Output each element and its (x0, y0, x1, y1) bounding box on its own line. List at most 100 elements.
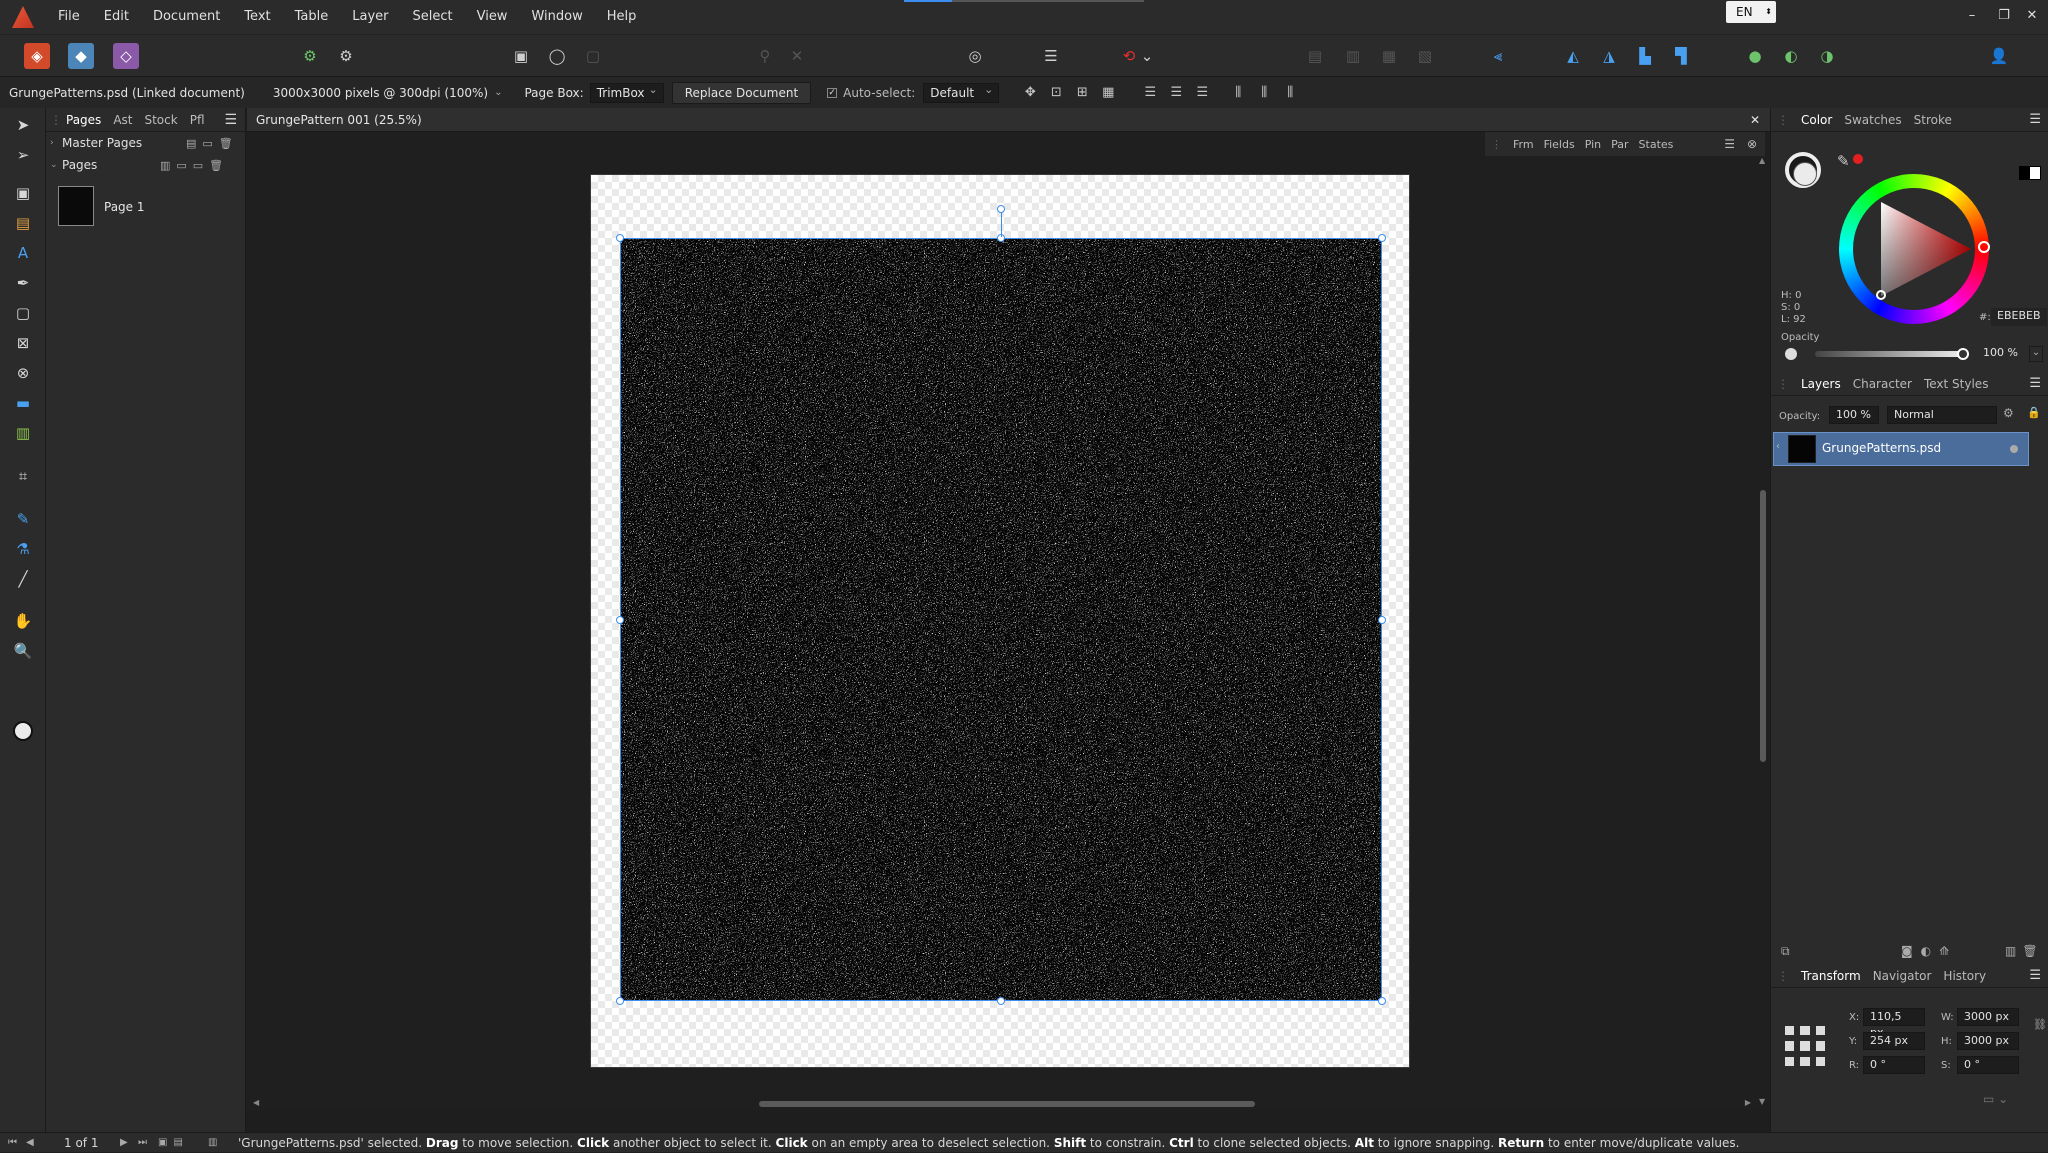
close-panel-icon[interactable]: ⊗ (1747, 137, 1757, 151)
vector-crop-icon[interactable]: ▥ (10, 420, 36, 446)
grunge-pattern-image[interactable] (620, 238, 1382, 1001)
tab-pages[interactable]: Pages (60, 113, 107, 127)
order-back-icon[interactable]: ▥ (1340, 43, 1366, 69)
rotation-field[interactable]: 0 ° (1863, 1056, 1925, 1074)
doc-info-chevron-icon[interactable]: ⌄ (494, 87, 502, 98)
tab-fields[interactable]: Fields (1539, 138, 1580, 151)
rectangle-tool-icon[interactable]: ▢ (10, 300, 36, 326)
rotate-left-icon[interactable]: ▙ (1632, 43, 1658, 69)
blend-mode-dropdown[interactable]: Normal (1887, 406, 1997, 424)
scroll-right-icon[interactable]: ▶ (1745, 1098, 1751, 1107)
chevron-right-icon[interactable]: › (50, 138, 62, 148)
tab-transform[interactable]: Transform (1795, 969, 1867, 983)
crop-tool-icon[interactable]: ⌗ (10, 463, 36, 489)
wrap-text-icon[interactable]: ▤ (1302, 43, 1328, 69)
chevron-down-icon[interactable]: ⌄ (50, 160, 62, 170)
document-tab[interactable]: GrungePattern 001 (25.5%) ✕ (247, 108, 1770, 132)
snapping-icon[interactable]: ⟲ (1116, 43, 1142, 69)
tab-navigator[interactable]: Navigator (1867, 969, 1938, 983)
horizontal-scroll-thumb[interactable] (759, 1101, 1255, 1107)
color-picker-tool-icon[interactable]: ✎ (10, 506, 36, 532)
vertical-scrollbar[interactable]: ▲ ▼ (1757, 156, 1769, 1106)
panel-menu-icon[interactable]: ☰ (2029, 112, 2041, 127)
tab-stock[interactable]: Stock (138, 113, 183, 127)
hue-selector[interactable] (1978, 241, 1990, 253)
tab-layers[interactable]: Layers (1795, 377, 1847, 391)
tab-swatches[interactable]: Swatches (1838, 113, 1907, 127)
page-1-thumbnail[interactable] (58, 186, 94, 226)
picture-frame-tool-icon[interactable]: ⊠ (10, 330, 36, 356)
replace-document-button[interactable]: Replace Document (671, 81, 812, 104)
align-top-icon[interactable]: ⫼ (1227, 83, 1249, 103)
layer-visibility-icon[interactable]: ‹ (1776, 441, 1780, 452)
layer-actions-icon[interactable]: ◙◐⟰ (1901, 944, 1957, 958)
move-tool-icon[interactable]: ➤ (10, 112, 36, 138)
panel-menu-icon[interactable]: ☰ (2029, 376, 2041, 391)
intersect-boolean-icon[interactable]: ◑ (1814, 43, 1840, 69)
order-front-icon[interactable]: ▧ (1412, 43, 1438, 69)
table-tool-icon[interactable]: ▤ (10, 210, 36, 236)
horizontal-scrollbar[interactable]: ◀ ▶ (247, 1098, 1757, 1110)
photo-persona-icon[interactable]: ◇ (113, 43, 139, 69)
tab-frame[interactable]: Frm (1508, 138, 1539, 151)
menu-window[interactable]: Window (519, 0, 594, 34)
scroll-left-icon[interactable]: ◀ (253, 1098, 259, 1107)
tab-states[interactable]: States (1634, 138, 1679, 151)
menu-view[interactable]: View (465, 0, 520, 34)
tab-text-styles[interactable]: Text Styles (1918, 377, 1994, 391)
opacity-dropdown-icon[interactable]: ⌄ (2029, 346, 2043, 362)
tab-pin[interactable]: Pin (1580, 138, 1606, 151)
height-field[interactable]: 3000 px (1957, 1032, 2019, 1050)
menu-select[interactable]: Select (400, 0, 464, 34)
scroll-down-icon[interactable]: ▼ (1759, 1097, 1765, 1106)
minimize-button[interactable]: – (1958, 4, 1986, 28)
panel-menu-icon[interactable]: ☰ (224, 112, 237, 128)
scroll-up-icon[interactable]: ▲ (1759, 156, 1765, 165)
menu-file[interactable]: File (46, 0, 92, 34)
hue-wheel[interactable] (1839, 174, 1990, 324)
view-tool-icon[interactable]: ✋ (10, 608, 36, 634)
fill-swatch[interactable] (1793, 162, 1817, 186)
align-icon[interactable]: ⫷ (1485, 43, 1511, 69)
selection-handle[interactable] (616, 997, 624, 1005)
selection-handle[interactable] (616, 234, 624, 242)
unpin-icon[interactable]: ✕ (784, 43, 810, 69)
flip-vertical-icon[interactable]: ◮ (1596, 43, 1622, 69)
selection-handle[interactable] (1378, 997, 1386, 1005)
black-white-swatch-icon[interactable] (2019, 166, 2041, 180)
add-boolean-icon[interactable]: ● (1742, 43, 1768, 69)
flip-horizontal-icon[interactable]: ◭ (1560, 43, 1586, 69)
menu-table[interactable]: Table (283, 0, 341, 34)
transform-origin-icon[interactable]: ✥ (1019, 83, 1041, 103)
next-page-icon[interactable]: ▶ (120, 1133, 128, 1153)
prev-page-icon[interactable]: ◀ (26, 1133, 34, 1153)
menu-edit[interactable]: Edit (92, 0, 141, 34)
order-forward-icon[interactable]: ▦ (1376, 43, 1402, 69)
tab-color[interactable]: Color (1795, 113, 1838, 127)
tab-paragraph[interactable]: Par (1606, 138, 1633, 151)
hex-field[interactable]: EBEBEB (1991, 308, 2047, 326)
preferences-icon[interactable]: ⚙ (333, 43, 359, 69)
account-icon[interactable]: 👤 (1986, 43, 2012, 69)
layer-name[interactable]: GrungePatterns.psd (1822, 441, 1941, 455)
close-document-icon[interactable]: ✕ (1750, 108, 1760, 132)
layer-add-delete-icon[interactable]: ▥🗑 (2005, 944, 2044, 958)
align-right-icon[interactable]: ☰ (1191, 83, 1213, 103)
rotation-handle[interactable] (997, 205, 1005, 213)
selection-handle[interactable] (997, 997, 1005, 1005)
lock-icon[interactable]: 🔒 (2027, 406, 2041, 419)
normal-view-icon[interactable]: ▣ (508, 43, 534, 69)
master-pages-section[interactable]: › Master Pages ▤▭🗑 (46, 132, 245, 154)
show-bounding-box-icon[interactable]: ⊡ (1045, 83, 1067, 103)
align-middle-icon[interactable]: ⫼ (1253, 83, 1275, 103)
tab-character[interactable]: Character (1847, 377, 1918, 391)
grid-icon[interactable]: ▦ (1097, 83, 1119, 103)
node-tool-icon[interactable]: ➢ (10, 142, 36, 168)
menu-document[interactable]: Document (141, 0, 232, 34)
bleed-view-icon[interactable]: ◯ (544, 43, 570, 69)
selection-handle[interactable] (616, 616, 624, 624)
opacity-field[interactable]: 100 % (1977, 345, 2027, 363)
layer-fx-icon[interactable]: ⧉ (1781, 944, 1790, 959)
width-field[interactable]: 3000 px (1957, 1008, 2019, 1026)
page-box-dropdown[interactable]: TrimBox (589, 81, 664, 103)
